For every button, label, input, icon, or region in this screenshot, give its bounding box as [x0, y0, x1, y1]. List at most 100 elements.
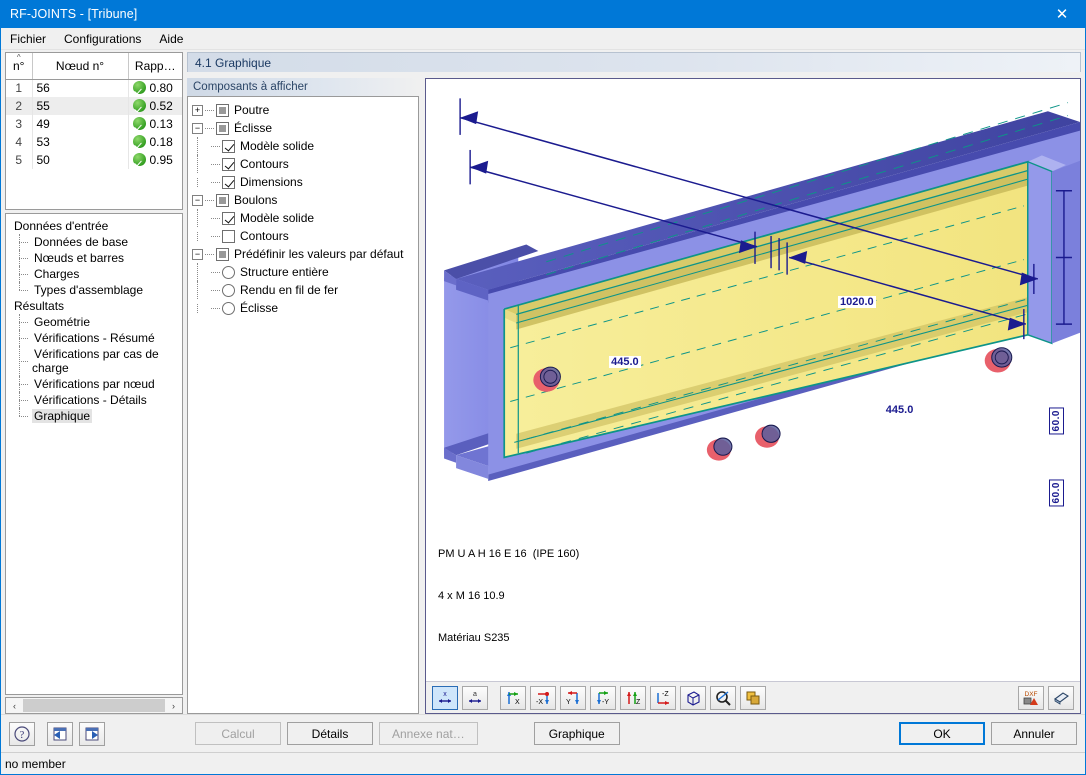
- nav-item[interactable]: Vérifications par nœud: [12, 376, 180, 392]
- cancel-button[interactable]: Annuler: [991, 722, 1077, 745]
- tree-indent: [197, 177, 211, 187]
- ok-button[interactable]: OK: [899, 722, 985, 745]
- collapse-icon[interactable]: −: [192, 122, 203, 134]
- component-tree-item[interactable]: Structure entière: [192, 263, 416, 281]
- graphique-button[interactable]: Graphique: [533, 722, 620, 745]
- checkbox[interactable]: [222, 211, 235, 225]
- view-minus-z-icon[interactable]: -Z: [650, 685, 676, 710]
- checkbox[interactable]: [216, 103, 229, 117]
- table-row[interactable]: 2 55 0.52: [6, 97, 182, 115]
- menu-item-configurations[interactable]: Configurations: [55, 29, 150, 49]
- components-tree[interactable]: + Poutre − Éclisse Modèle solide Contours Dime…: [187, 96, 419, 714]
- view-y-icon[interactable]: Y: [560, 685, 586, 710]
- node-results-grid[interactable]: ^ n° Nœud n° Rapp… 1 56 0.80 2 55 0.52 3 49 0.13…: [5, 52, 183, 210]
- collapse-icon[interactable]: −: [192, 248, 203, 260]
- cell-node-number: 53: [32, 133, 129, 151]
- sort-ascending-icon: ^: [16, 53, 21, 62]
- tree-connector: [205, 199, 214, 201]
- help-button[interactable]: ?: [9, 721, 35, 746]
- component-tree-item[interactable]: − Éclisse: [192, 119, 416, 137]
- component-tree-item[interactable]: Rendu en fil de fer: [192, 281, 416, 299]
- checkbox[interactable]: [216, 121, 229, 135]
- ratio-value: 0.13: [149, 117, 173, 131]
- menu-item-fichier[interactable]: Fichier: [1, 29, 55, 49]
- checkbox[interactable]: [216, 247, 229, 261]
- expand-icon[interactable]: +: [192, 104, 203, 116]
- table-row[interactable]: 4 53 0.18: [6, 133, 182, 151]
- window-body: ^ n° Nœud n° Rapp… 1 56 0.80 2 55 0.52 3 49 0.13…: [1, 50, 1085, 714]
- scroll-right-icon[interactable]: ›: [165, 698, 182, 713]
- table-row[interactable]: 3 49 0.13: [6, 115, 182, 133]
- component-tree-item[interactable]: + Poutre: [192, 101, 416, 119]
- nav-item[interactable]: Nœuds et barres: [12, 250, 180, 266]
- svg-text:a: a: [473, 691, 477, 698]
- checkbox[interactable]: [222, 229, 235, 243]
- column-header-no[interactable]: ^ n°: [6, 53, 33, 80]
- cell-row-number: 1: [6, 79, 33, 97]
- tree-indent: [197, 209, 211, 227]
- component-tree-label: Contours: [240, 157, 289, 171]
- annexe-nationale-button[interactable]: Annexe nat…: [379, 722, 478, 745]
- nav-item[interactable]: Charges: [12, 266, 180, 282]
- dimension-x-icon[interactable]: x: [432, 685, 458, 710]
- render-mode-icon[interactable]: [740, 685, 766, 710]
- close-icon[interactable]: ✕: [1039, 0, 1085, 28]
- dimension-label-left: 445.0: [609, 355, 641, 368]
- component-tree-item[interactable]: Éclisse: [192, 299, 416, 317]
- nav-item[interactable]: Vérifications - Résumé: [12, 330, 180, 346]
- view-minus-x-icon[interactable]: -X: [530, 685, 556, 710]
- collapse-icon[interactable]: −: [192, 194, 203, 206]
- component-tree-item[interactable]: Contours: [192, 155, 416, 173]
- table-row[interactable]: 1 56 0.80: [6, 79, 182, 97]
- table-row[interactable]: 5 50 0.95: [6, 151, 182, 169]
- radio-button[interactable]: [222, 301, 235, 315]
- component-tree-label: Poutre: [234, 103, 270, 117]
- nav-item[interactable]: Graphique: [12, 408, 180, 424]
- status-bar: no member: [1, 752, 1085, 774]
- checkbox[interactable]: [222, 139, 235, 153]
- model-viewport[interactable]: 1020.0 445.0 445.0 60.0 60.0 PM U A H 16…: [426, 79, 1080, 681]
- component-tree-item[interactable]: Dimensions: [192, 173, 416, 191]
- nav-item-label: Geométrie: [34, 315, 91, 329]
- view-x-icon[interactable]: X: [500, 685, 526, 710]
- component-tree-label: Modèle solide: [240, 139, 315, 153]
- details-button[interactable]: Détails: [287, 722, 373, 745]
- nav-item[interactable]: Vérifications par cas de charge: [12, 346, 180, 376]
- dimension-a-icon[interactable]: a: [462, 685, 488, 710]
- radio-button[interactable]: [222, 283, 235, 297]
- components-caption: Composants à afficher: [187, 78, 419, 96]
- nav-item[interactable]: Geométrie: [12, 314, 180, 330]
- dxf-export-icon[interactable]: DXF: [1018, 685, 1044, 710]
- component-tree-item[interactable]: Contours: [192, 227, 416, 245]
- component-tree-item[interactable]: Modèle solide: [192, 209, 416, 227]
- nav-item[interactable]: Données de base: [12, 234, 180, 250]
- menu-item-aide[interactable]: Aide: [150, 29, 192, 49]
- tree-indent: [197, 155, 211, 173]
- checkbox[interactable]: [222, 157, 235, 171]
- zoom-all-icon[interactable]: [710, 685, 736, 710]
- next-button[interactable]: [79, 721, 105, 746]
- component-tree-item[interactable]: − Prédéfinir les valeurs par défaut: [192, 245, 416, 263]
- view-minus-y-icon[interactable]: -Y: [590, 685, 616, 710]
- view-z-icon[interactable]: Z: [620, 685, 646, 710]
- column-header-ratio[interactable]: Rapp…: [128, 53, 182, 80]
- horizontal-scrollbar[interactable]: ‹ ›: [5, 697, 183, 714]
- calcul-button[interactable]: Calcul: [195, 722, 281, 745]
- isometric-view-icon[interactable]: [680, 685, 706, 710]
- component-tree-item[interactable]: − Boulons: [192, 191, 416, 209]
- nav-item[interactable]: Types d'assemblage: [12, 282, 180, 298]
- radio-button[interactable]: [222, 265, 235, 279]
- svg-text:-Z: -Z: [662, 691, 669, 698]
- nav-item[interactable]: Vérifications - Détails: [12, 392, 180, 408]
- column-header-node[interactable]: Nœud n°: [32, 53, 129, 80]
- cell-ratio: 0.52: [128, 97, 182, 115]
- component-tree-item[interactable]: Modèle solide: [192, 137, 416, 155]
- print-icon[interactable]: [1048, 685, 1074, 710]
- scroll-left-icon[interactable]: ‹: [6, 698, 23, 713]
- checkbox[interactable]: [216, 193, 229, 207]
- previous-button[interactable]: [47, 721, 73, 746]
- checkbox[interactable]: [222, 175, 235, 189]
- scrollbar-thumb[interactable]: [23, 699, 165, 712]
- navigation-tree-panel[interactable]: Données d'entrée Données de base Nœuds et …: [5, 213, 183, 695]
- component-tree-label: Modèle solide: [240, 211, 315, 225]
